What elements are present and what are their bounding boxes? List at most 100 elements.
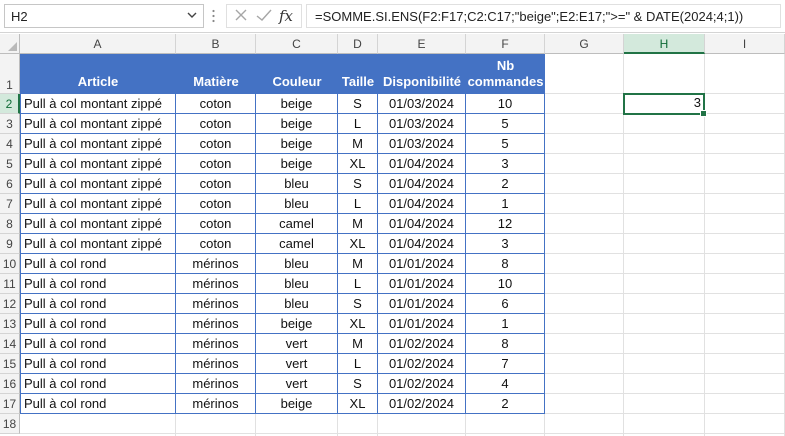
- cell-couleur[interactable]: beige: [256, 154, 338, 174]
- cell-couleur[interactable]: camel: [256, 234, 338, 254]
- cell-matiere[interactable]: mérinos: [176, 254, 256, 274]
- header-cell-disponibilite[interactable]: Disponibilité: [378, 54, 466, 94]
- column-header-h[interactable]: H: [624, 34, 705, 54]
- cell-nb[interactable]: 3: [466, 234, 545, 254]
- cell-couleur[interactable]: bleu: [256, 274, 338, 294]
- cell-dispo[interactable]: 01/04/2024: [378, 174, 466, 194]
- cell-nb[interactable]: 3: [466, 154, 545, 174]
- cell-article[interactable]: Pull à col rond: [20, 294, 176, 314]
- cell-nb[interactable]: 8: [466, 334, 545, 354]
- cell-matiere[interactable]: coton: [176, 154, 256, 174]
- row-header-6[interactable]: 6: [0, 174, 20, 194]
- cell-matiere[interactable]: mérinos: [176, 354, 256, 374]
- cell-matiere[interactable]: mérinos: [176, 374, 256, 394]
- cell-nb[interactable]: 1: [466, 314, 545, 334]
- cell-dispo[interactable]: 01/02/2024: [378, 394, 466, 414]
- cell-nb[interactable]: 5: [466, 134, 545, 154]
- row-header-12[interactable]: 12: [0, 294, 20, 314]
- cell-couleur[interactable]: bleu: [256, 194, 338, 214]
- cell-matiere[interactable]: mérinos: [176, 294, 256, 314]
- cell-h2-value[interactable]: 3: [624, 94, 704, 114]
- cell-dispo[interactable]: 01/02/2024: [378, 354, 466, 374]
- column-header-i[interactable]: I: [705, 34, 785, 54]
- row-header-1[interactable]: 1: [0, 54, 20, 94]
- row-header-15[interactable]: 15: [0, 354, 20, 374]
- header-cell-article[interactable]: Article: [20, 54, 176, 94]
- row-header-17[interactable]: 17: [0, 394, 20, 414]
- cell-dispo[interactable]: 01/01/2024: [378, 294, 466, 314]
- cell-taille[interactable]: S: [338, 294, 378, 314]
- cell-nb[interactable]: 4: [466, 374, 545, 394]
- cell-article[interactable]: Pull à col rond: [20, 274, 176, 294]
- row-header-5[interactable]: 5: [0, 154, 20, 174]
- header-cell-nb-commandes[interactable]: Nb commandes: [466, 54, 545, 94]
- cancel-icon[interactable]: [233, 7, 249, 28]
- cell-nb[interactable]: 6: [466, 294, 545, 314]
- cell-taille[interactable]: S: [338, 374, 378, 394]
- cell-matiere[interactable]: coton: [176, 114, 256, 134]
- row-header-8[interactable]: 8: [0, 214, 20, 234]
- cell-couleur[interactable]: vert: [256, 354, 338, 374]
- cell-dispo[interactable]: 01/01/2024: [378, 254, 466, 274]
- cell-couleur[interactable]: beige: [256, 114, 338, 134]
- cell-article[interactable]: Pull à col montant zippé: [20, 154, 176, 174]
- cell-article[interactable]: Pull à col montant zippé: [20, 94, 176, 114]
- cell-nb[interactable]: 12: [466, 214, 545, 234]
- cell-article[interactable]: Pull à col rond: [20, 314, 176, 334]
- drag-handle-icon[interactable]: [212, 9, 215, 23]
- column-header-d[interactable]: D: [338, 34, 378, 54]
- cell-taille[interactable]: M: [338, 214, 378, 234]
- cell-article[interactable]: Pull à col rond: [20, 254, 176, 274]
- cell-taille[interactable]: XL: [338, 234, 378, 254]
- cell-taille[interactable]: XL: [338, 394, 378, 414]
- cell-article[interactable]: Pull à col montant zippé: [20, 134, 176, 154]
- cell-taille[interactable]: L: [338, 114, 378, 134]
- column-header-g[interactable]: G: [545, 34, 624, 54]
- cell-taille[interactable]: L: [338, 194, 378, 214]
- cell-article[interactable]: Pull à col montant zippé: [20, 214, 176, 234]
- row-header-4[interactable]: 4: [0, 134, 20, 154]
- cell-matiere[interactable]: coton: [176, 94, 256, 114]
- cell-article[interactable]: Pull à col rond: [20, 354, 176, 374]
- name-box[interactable]: H2: [4, 4, 204, 28]
- cell-nb[interactable]: 5: [466, 114, 545, 134]
- cell-dispo[interactable]: 01/02/2024: [378, 374, 466, 394]
- cell-article[interactable]: Pull à col montant zippé: [20, 234, 176, 254]
- cell-nb[interactable]: 2: [466, 394, 545, 414]
- cell-article[interactable]: Pull à col montant zippé: [20, 194, 176, 214]
- cell-dispo[interactable]: 01/04/2024: [378, 194, 466, 214]
- cell-dispo[interactable]: 01/01/2024: [378, 274, 466, 294]
- cell-couleur[interactable]: beige: [256, 314, 338, 334]
- cell-nb[interactable]: 10: [466, 274, 545, 294]
- cell-dispo[interactable]: 01/04/2024: [378, 234, 466, 254]
- cell-dispo[interactable]: 01/03/2024: [378, 94, 466, 114]
- cell-matiere[interactable]: mérinos: [176, 394, 256, 414]
- cell-article[interactable]: Pull à col rond: [20, 394, 176, 414]
- row-header-16[interactable]: 16: [0, 374, 20, 394]
- cell-couleur[interactable]: beige: [256, 94, 338, 114]
- cell-matiere[interactable]: coton: [176, 214, 256, 234]
- cell-matiere[interactable]: coton: [176, 134, 256, 154]
- confirm-icon[interactable]: [255, 7, 273, 28]
- cell-taille[interactable]: XL: [338, 154, 378, 174]
- cell-matiere[interactable]: mérinos: [176, 314, 256, 334]
- cell-couleur[interactable]: bleu: [256, 254, 338, 274]
- cell-article[interactable]: Pull à col montant zippé: [20, 174, 176, 194]
- cell-taille[interactable]: S: [338, 94, 378, 114]
- select-all-button[interactable]: [0, 34, 20, 54]
- formula-input[interactable]: =SOMME.SI.ENS(F2:F17;C2:C17;"beige";E2:E…: [306, 4, 781, 28]
- cell-dispo[interactable]: 01/03/2024: [378, 134, 466, 154]
- header-cell-couleur[interactable]: Couleur: [256, 54, 338, 94]
- header-cell-taille[interactable]: Taille: [338, 54, 378, 94]
- cell-couleur[interactable]: bleu: [256, 174, 338, 194]
- row-header-18[interactable]: 18: [0, 414, 20, 434]
- cell-matiere[interactable]: mérinos: [176, 334, 256, 354]
- cell-nb[interactable]: 2: [466, 174, 545, 194]
- cell-article[interactable]: Pull à col rond: [20, 374, 176, 394]
- cell-matiere[interactable]: coton: [176, 194, 256, 214]
- cell-nb[interactable]: 8: [466, 254, 545, 274]
- row-header-2[interactable]: 2: [0, 94, 20, 114]
- cell-nb[interactable]: 7: [466, 354, 545, 374]
- cell-nb[interactable]: 1: [466, 194, 545, 214]
- cell-dispo[interactable]: 01/03/2024: [378, 114, 466, 134]
